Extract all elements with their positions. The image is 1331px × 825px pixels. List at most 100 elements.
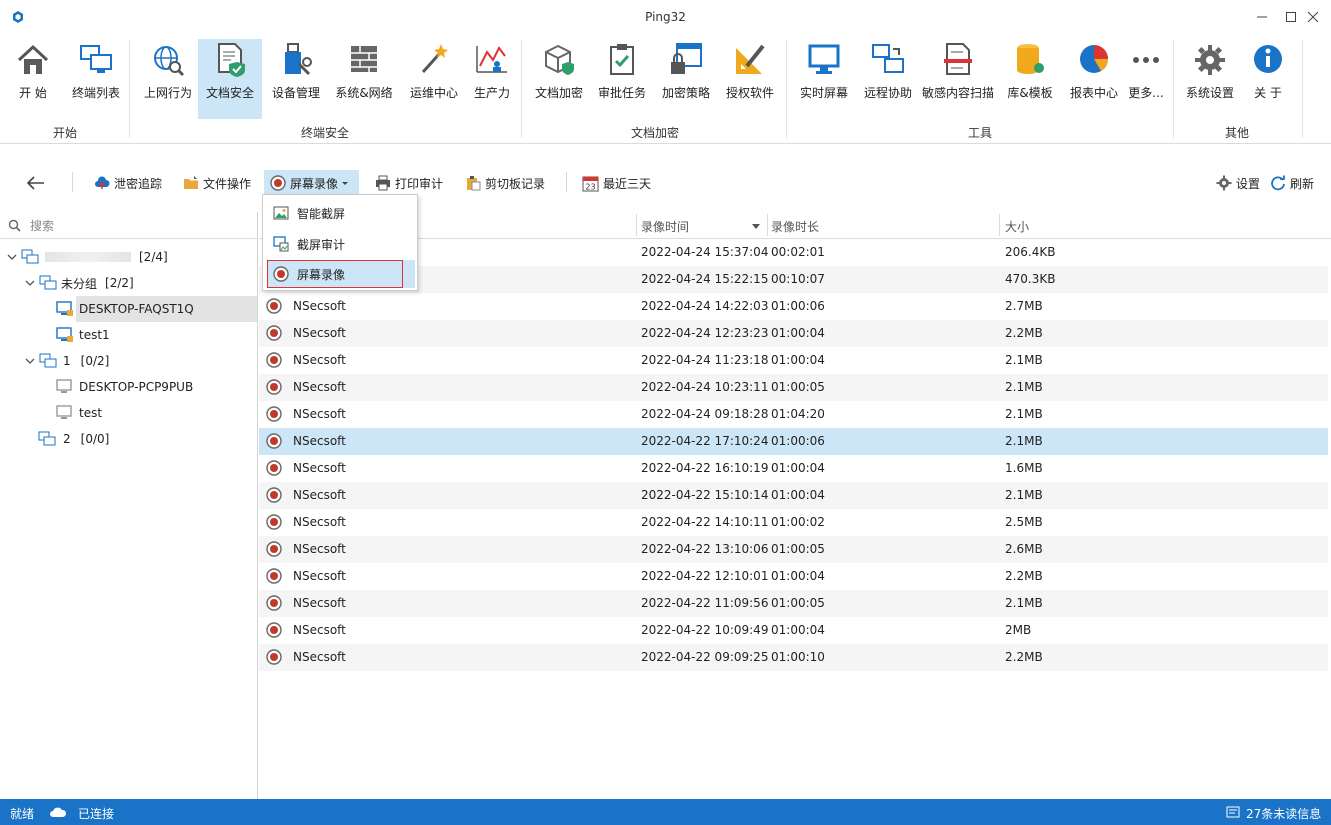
- record-icon: [266, 433, 282, 449]
- ribbon-doc-security[interactable]: 文档安全: [198, 39, 262, 119]
- table-row[interactable]: 2022-04-24 15:22:15 00:10:07 470.3KB: [259, 266, 1328, 293]
- cell-time: 2022-04-22 09:09:25: [641, 650, 769, 664]
- ribbon-library-template[interactable]: 库&模板: [1002, 39, 1058, 119]
- table-row[interactable]: NSecsoft 2022-04-24 10:23:11 01:00:05 2.1MB: [259, 374, 1328, 401]
- menu-item-smart-screenshot[interactable]: 智能截屏: [267, 199, 415, 227]
- cell-duration: 01:00:04: [771, 488, 825, 502]
- table-row-selected[interactable]: NSecsoft 2022-04-22 17:10:24 01:00:06 2.1MB: [259, 428, 1328, 455]
- cell-time: 2022-04-24 15:37:04: [641, 245, 769, 259]
- table-row[interactable]: NSecsoft 2022-04-22 15:10:14 01:00:04 2.1MB: [259, 482, 1328, 509]
- ribbon-about[interactable]: 关 于: [1244, 39, 1292, 119]
- ribbon-report-center[interactable]: 报表中心: [1066, 39, 1122, 119]
- ribbon-terminal-list[interactable]: 终端列表: [68, 39, 124, 119]
- table-row[interactable]: NSecsoft 2022-04-24 12:23:23 01:00:04 2.2MB: [259, 320, 1328, 347]
- menu-item-screenshot-audit[interactable]: 截屏审计: [267, 230, 415, 258]
- ribbon-device-mgmt[interactable]: 设备管理: [268, 39, 324, 119]
- cell-duration: 01:04:20: [771, 407, 825, 421]
- column-duration[interactable]: 录像时长: [771, 218, 819, 235]
- message-icon[interactable]: [1226, 806, 1240, 818]
- table-row[interactable]: NSecsoft 2022-04-22 09:09:25 01:00:10 2.2MB: [259, 644, 1328, 671]
- ribbon-sensitive-scan[interactable]: 敏感内容扫描: [920, 39, 996, 119]
- record-icon: [266, 487, 282, 503]
- table-row[interactable]: NSecsoft 2022-04-22 14:10:11 01:00:02 2.5MB: [259, 509, 1328, 536]
- leak-trace-button[interactable]: 泄密追踪: [94, 170, 162, 196]
- table-row[interactable]: NSecsoft 2022-04-22 11:09:56 01:00:05 2.1MB: [259, 590, 1328, 617]
- tree-node[interactable]: test1: [56, 322, 256, 348]
- table-row[interactable]: NSecsoft 2022-04-24 11:23:18 01:00:04 2.1MB: [259, 347, 1328, 374]
- tree-root[interactable]: [2/4]: [0, 244, 257, 270]
- back-button[interactable]: [26, 170, 50, 196]
- tree-node[interactable]: 未分组 [2/2]: [0, 270, 257, 296]
- ribbon-separator: [129, 40, 130, 138]
- close-button[interactable]: [1290, 0, 1331, 34]
- chevron-down-icon[interactable]: [24, 355, 36, 367]
- settings-button[interactable]: 设置: [1216, 170, 1260, 196]
- table-row[interactable]: 2022-04-24 15:37:04 00:02:01 206.4KB: [259, 239, 1328, 266]
- tree-node[interactable]: DESKTOP-PCP9PUB: [56, 374, 256, 400]
- tree-node-label: test1: [79, 328, 110, 342]
- network-group-icon: [39, 353, 57, 368]
- table-row[interactable]: NSecsoft 2022-04-22 12:10:01 01:00:04 2.2MB: [259, 563, 1328, 590]
- screen-record-dropdown[interactable]: 屏幕录像: [264, 170, 360, 196]
- ribbon-approval-tasks[interactable]: 审批任务: [594, 39, 650, 119]
- tree-node[interactable]: 2 [0/0]: [38, 426, 256, 452]
- ribbon-ops-center[interactable]: 运维中心: [406, 39, 462, 119]
- file-ops-button[interactable]: 文件操作: [183, 170, 251, 196]
- toolbar-separator: [72, 172, 73, 192]
- ribbon-start[interactable]: 开 始: [10, 39, 56, 119]
- record-icon: [266, 460, 282, 476]
- ribbon-web-behavior[interactable]: 上网行为: [140, 39, 196, 119]
- ribbon-realtime-screen[interactable]: 实时屏幕: [796, 39, 852, 119]
- cell-size: 2.5MB: [1005, 515, 1043, 529]
- menu-item-screen-record[interactable]: 屏幕录像: [267, 260, 415, 288]
- clipboard-label: 剪切板记录: [485, 176, 546, 191]
- magic-wand-icon: [421, 44, 448, 74]
- ribbon-more[interactable]: 更多...: [1126, 39, 1166, 119]
- record-icon: [266, 352, 282, 368]
- cell-time: 2022-04-24 10:23:11: [641, 380, 769, 394]
- cell-time: 2022-04-24 14:22:03: [641, 299, 769, 313]
- tree-node[interactable]: test: [56, 400, 256, 426]
- cell-duration: 01:00:06: [771, 299, 825, 313]
- ribbon-label: 文档安全: [205, 86, 254, 100]
- table-row[interactable]: NSecsoft 2022-04-22 10:09:49 01:00:04 2MB: [259, 617, 1328, 644]
- record-icon: [266, 622, 282, 638]
- cell-time: 2022-04-22 14:10:11: [641, 515, 769, 529]
- ribbon-productivity[interactable]: 生产力: [470, 39, 514, 119]
- search-box[interactable]: 搜索: [0, 212, 257, 239]
- ribbon-doc-encrypt[interactable]: 文档加密: [530, 39, 588, 119]
- ribbon-system-settings[interactable]: 系统设置: [1182, 39, 1238, 119]
- refresh-button[interactable]: 刷新: [1270, 170, 1314, 196]
- arrow-left-icon: [26, 176, 44, 190]
- cell-size: 2.1MB: [1005, 434, 1043, 448]
- ribbon-system-network[interactable]: 系统&网络: [332, 39, 396, 119]
- date-range-button[interactable]: 23 最近三天: [582, 170, 651, 196]
- document-scan-icon: [944, 43, 972, 75]
- chevron-down-icon[interactable]: [6, 251, 18, 263]
- chevron-down-icon[interactable]: [24, 277, 36, 289]
- cell-size: 206.4KB: [1005, 245, 1056, 259]
- print-audit-button[interactable]: 打印审计: [375, 170, 443, 196]
- table-row[interactable]: NSecsoft 2022-04-24 09:18:28 01:04:20 2.1MB: [259, 401, 1328, 428]
- online-computer-icon: [56, 301, 73, 316]
- tree-node[interactable]: 1 [0/2]: [0, 348, 257, 374]
- ribbon-remote-assist[interactable]: 远程协助: [860, 39, 916, 119]
- ribbon-label: 授权软件: [725, 86, 774, 100]
- ribbon-group-label: 文档加密: [630, 126, 679, 140]
- status-unread[interactable]: 27条未读信息: [1246, 805, 1321, 822]
- sort-desc-icon[interactable]: [751, 223, 761, 231]
- tree-node-selected[interactable]: DESKTOP-FAQST1Q: [56, 296, 257, 322]
- ribbon-authorized-software[interactable]: 授权软件: [722, 39, 778, 119]
- cell-size: 2.1MB: [1005, 488, 1043, 502]
- table-row[interactable]: NSecsoft 2022-04-22 13:10:06 01:00:05 2.6MB: [259, 536, 1328, 563]
- ribbon-separator: [521, 40, 522, 138]
- tree-node-count: [0/2]: [80, 354, 110, 368]
- ribbon-encrypt-policy[interactable]: 加密策略: [658, 39, 714, 119]
- ribbon-separator: [786, 40, 787, 138]
- clipboard-button[interactable]: 剪切板记录: [465, 170, 545, 196]
- column-time[interactable]: 录像时间: [641, 218, 689, 235]
- cell-size: 1.6MB: [1005, 461, 1043, 475]
- table-row[interactable]: NSecsoft 2022-04-22 16:10:19 01:00:04 1.6MB: [259, 455, 1328, 482]
- column-size[interactable]: 大小: [1005, 218, 1029, 235]
- table-row[interactable]: NSecsoft 2022-04-24 14:22:03 01:00:06 2.7MB: [259, 293, 1328, 320]
